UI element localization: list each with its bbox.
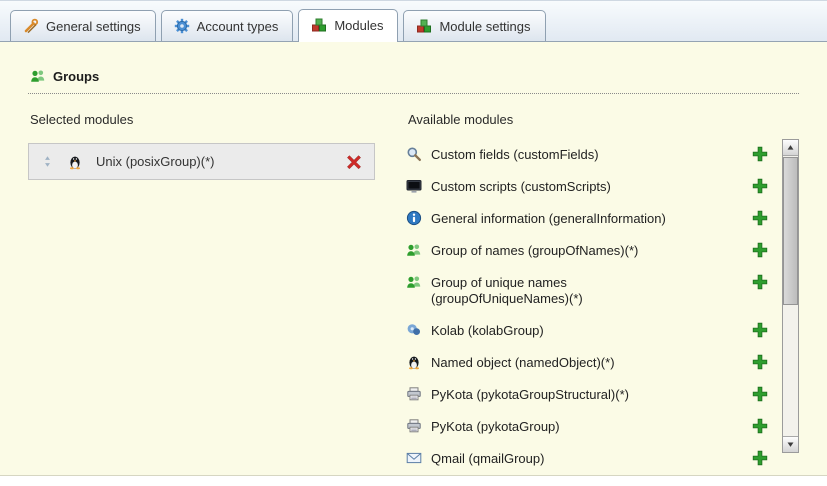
add-module-button[interactable] bbox=[752, 274, 768, 290]
available-module-row: Group of names (groupOfNames)(*) bbox=[406, 235, 782, 267]
modules-panel: Groups Selected modules Unix (posixGroup… bbox=[0, 42, 827, 476]
printer-icon bbox=[406, 418, 422, 434]
available-module-label: Kolab (kolabGroup) bbox=[431, 322, 544, 340]
available-module-row: Custom scripts (customScripts) bbox=[406, 171, 782, 203]
groups-icon bbox=[30, 68, 46, 84]
tab-account-types[interactable]: Account types bbox=[161, 10, 294, 41]
add-module-button[interactable] bbox=[752, 386, 768, 402]
available-module-label: Custom fields (customFields) bbox=[431, 146, 599, 164]
available-modules-list: Custom fields (customFields) Custom scri… bbox=[406, 139, 782, 475]
selected-module-label: Unix (posixGroup)(*) bbox=[96, 154, 333, 169]
remove-module-button[interactable] bbox=[346, 154, 362, 170]
tux-icon bbox=[67, 154, 83, 170]
available-module-row: Qmail (qmailGroup) bbox=[406, 443, 782, 475]
available-module-row: Named object (namedObject)(*) bbox=[406, 347, 782, 379]
add-module-button[interactable] bbox=[752, 210, 768, 226]
available-module-label: Custom scripts (customScripts) bbox=[431, 178, 611, 196]
tab-label: Module settings bbox=[439, 19, 530, 34]
selected-modules-heading: Selected modules bbox=[28, 112, 390, 127]
available-module-row: PyKota (pykotaGroup) bbox=[406, 411, 782, 443]
tab-label: Modules bbox=[334, 18, 383, 33]
available-module-label: General information (generalInformation) bbox=[431, 210, 666, 228]
available-module-row: General information (generalInformation) bbox=[406, 203, 782, 235]
selected-modules-column: Selected modules Unix (posixGroup)(*) bbox=[28, 112, 390, 475]
add-module-button[interactable] bbox=[752, 418, 768, 434]
arrow-down-icon bbox=[785, 439, 796, 450]
group-icon bbox=[406, 274, 422, 290]
tab-label: Account types bbox=[197, 19, 279, 34]
available-module-row: Group of unique names (groupOfUniqueName… bbox=[406, 267, 782, 316]
screen-icon bbox=[406, 178, 422, 194]
add-module-button[interactable] bbox=[752, 146, 768, 162]
add-module-button[interactable] bbox=[752, 242, 768, 258]
mail-icon bbox=[406, 450, 422, 466]
info-icon bbox=[406, 210, 422, 226]
section-header: Groups bbox=[28, 42, 799, 94]
scroll-up-button[interactable] bbox=[783, 140, 798, 156]
available-module-label: PyKota (pykotaGroupStructural)(*) bbox=[431, 386, 629, 404]
scrollbar[interactable] bbox=[782, 139, 799, 453]
selected-module-row[interactable]: Unix (posixGroup)(*) bbox=[28, 143, 375, 180]
tab-module-settings[interactable]: Module settings bbox=[403, 10, 545, 41]
gear-icon bbox=[174, 18, 190, 34]
arrow-up-icon bbox=[785, 142, 796, 153]
tux-icon bbox=[406, 354, 422, 370]
available-module-label: Group of unique names (groupOfUniqueName… bbox=[431, 274, 699, 309]
available-module-row: Kolab (kolabGroup) bbox=[406, 315, 782, 347]
available-module-label: Qmail (qmailGroup) bbox=[431, 450, 544, 468]
add-module-button[interactable] bbox=[752, 450, 768, 466]
scrollbar-thumb[interactable] bbox=[783, 157, 798, 305]
tab-bar: General settings Account types Modules M… bbox=[0, 0, 827, 42]
scroll-down-button[interactable] bbox=[783, 436, 798, 452]
available-module-label: PyKota (pykotaGroup) bbox=[431, 418, 560, 436]
drag-handle-icon[interactable] bbox=[41, 154, 54, 169]
tab-modules[interactable]: Modules bbox=[298, 9, 398, 42]
scrollbar-track[interactable] bbox=[783, 156, 798, 436]
tab-general-settings[interactable]: General settings bbox=[10, 10, 156, 41]
modules-icon bbox=[416, 18, 432, 34]
available-module-label: Group of names (groupOfNames)(*) bbox=[431, 242, 638, 260]
available-modules-heading: Available modules bbox=[406, 112, 799, 127]
available-modules-column: Available modules Custom fields (customF… bbox=[406, 112, 799, 475]
group-icon bbox=[406, 242, 422, 258]
add-module-button[interactable] bbox=[752, 322, 768, 338]
kolab-icon bbox=[406, 322, 422, 338]
add-module-button[interactable] bbox=[752, 178, 768, 194]
available-module-label: Named object (namedObject)(*) bbox=[431, 354, 615, 372]
tools-icon bbox=[23, 18, 39, 34]
available-module-row: PyKota (pykotaGroupStructural)(*) bbox=[406, 379, 782, 411]
section-title: Groups bbox=[53, 69, 99, 84]
available-module-row: Custom fields (customFields) bbox=[406, 139, 782, 171]
printer-icon bbox=[406, 386, 422, 402]
modules-icon bbox=[311, 17, 327, 33]
magnifier-icon bbox=[406, 146, 422, 162]
tab-label: General settings bbox=[46, 19, 141, 34]
add-module-button[interactable] bbox=[752, 354, 768, 370]
